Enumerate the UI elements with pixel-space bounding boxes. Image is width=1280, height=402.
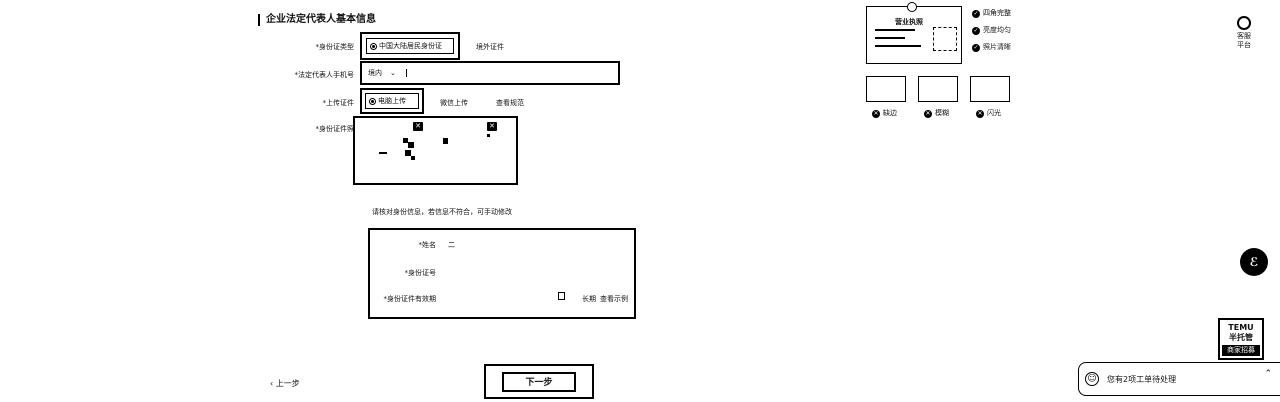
identity-form: *姓名 二 *身份证号 *身份证件有效期 长期 查看示例: [368, 228, 636, 319]
promo-line-2: 半托管: [1229, 333, 1253, 342]
validity-label: *身份证件有效期: [383, 295, 437, 303]
radio-selected-icon: [369, 97, 376, 105]
upload-option-computer[interactable]: 电脑上传: [365, 93, 419, 109]
chevron-up-icon[interactable]: ⌃: [1264, 369, 1272, 379]
phone-input[interactable]: 境内 ⌄: [360, 61, 620, 85]
promo-line-1: TEMU: [1228, 323, 1254, 332]
calendar-icon: [558, 292, 565, 300]
error-icon: ✕: [976, 110, 984, 118]
chat-bubble-icon: [1237, 16, 1251, 30]
license-sample-image: 营业执照: [866, 2, 962, 64]
id-photos-area: ✕ ✕: [353, 116, 518, 185]
work-order-message: 您有2项工单待处理: [1107, 374, 1177, 384]
upload-option-wechat[interactable]: 微信上传: [440, 98, 468, 108]
chevron-down-icon: ⌄: [390, 69, 396, 77]
customer-service-label: 客服 平台: [1237, 32, 1251, 49]
check-icon: ✓: [972, 27, 980, 35]
validity-date-range[interactable]: [450, 292, 570, 304]
view-example-link[interactable]: 查看示例: [600, 294, 628, 304]
prev-step-label: 上一步: [275, 379, 300, 388]
long-term-option[interactable]: 长期: [582, 294, 596, 304]
check-item: ✓ 四角完整: [972, 9, 1011, 18]
bad-sample-blurry: [918, 76, 958, 102]
emblem-icon: [907, 2, 917, 12]
next-step-button[interactable]: 下一步: [502, 371, 576, 392]
name-label: *姓名: [418, 241, 437, 249]
next-step-frame: 下一步: [484, 364, 594, 399]
id-type-selected-frame: 中国大陆居民身份证: [360, 32, 460, 60]
id-photos-label: *身份证件照: [315, 125, 355, 133]
id-back-image[interactable]: [435, 128, 495, 178]
check-item: ✓ 照片清晰: [972, 43, 1011, 52]
bad-sample-missing-edge: [866, 76, 906, 102]
input-divider: [405, 69, 407, 77]
id-number-input[interactable]: [454, 268, 574, 278]
view-spec-link[interactable]: 查看规范: [496, 98, 524, 108]
radio-selected-icon: [370, 42, 377, 50]
id-type-option-overseas[interactable]: 境外证件: [476, 42, 504, 52]
name-input[interactable]: 二: [448, 240, 455, 250]
phone-label: *法定代表人手机号: [294, 71, 355, 79]
prev-step-link[interactable]: ‹ 上一步: [270, 378, 300, 389]
id-type-option-mainland[interactable]: 中国大陆居民身份证: [366, 38, 454, 54]
temu-promo-banner[interactable]: TEMU 半托管 商家招募: [1218, 318, 1264, 360]
id-type-label: *身份证类型: [315, 43, 355, 51]
check-icon: ✓: [972, 44, 980, 52]
bad-label: ✕ 模糊: [924, 109, 949, 118]
phone-region-select[interactable]: 境内: [368, 68, 382, 78]
section-title: 企业法定代表人基本信息: [258, 14, 376, 26]
id-type-option-mainland-label: 中国大陆居民身份证: [379, 42, 442, 50]
check-item: ✓ 亮度均匀: [972, 26, 1011, 35]
bad-label: ✕ 闪光: [976, 109, 1001, 118]
bad-sample-glare: [970, 76, 1010, 102]
license-sample-title: 营业执照: [895, 18, 923, 26]
upload-label: *上传证件: [322, 99, 355, 107]
work-order-bar[interactable]: ☺ 您有2项工单待处理 ⌃: [1078, 362, 1280, 396]
smiley-icon: ☺: [1085, 372, 1099, 386]
upload-selected-frame: 电脑上传: [360, 88, 424, 114]
upload-option-computer-label: 电脑上传: [378, 97, 406, 105]
check-icon: ✓: [972, 10, 980, 18]
id-front-image[interactable]: [361, 128, 416, 178]
error-icon: ✕: [872, 110, 880, 118]
seal-icon: [933, 27, 957, 51]
verify-note: 请核对身份信息，若信息不符合，可手动修改: [372, 208, 512, 216]
error-icon: ✕: [924, 110, 932, 118]
float-logo-icon[interactable]: ℰ: [1240, 248, 1268, 276]
id-number-label: *身份证号: [404, 269, 437, 277]
bad-label: ✕ 缺边: [872, 109, 897, 118]
customer-service-entry[interactable]: 客服 平台: [1232, 16, 1256, 50]
promo-line-3: 商家招募: [1222, 345, 1260, 356]
